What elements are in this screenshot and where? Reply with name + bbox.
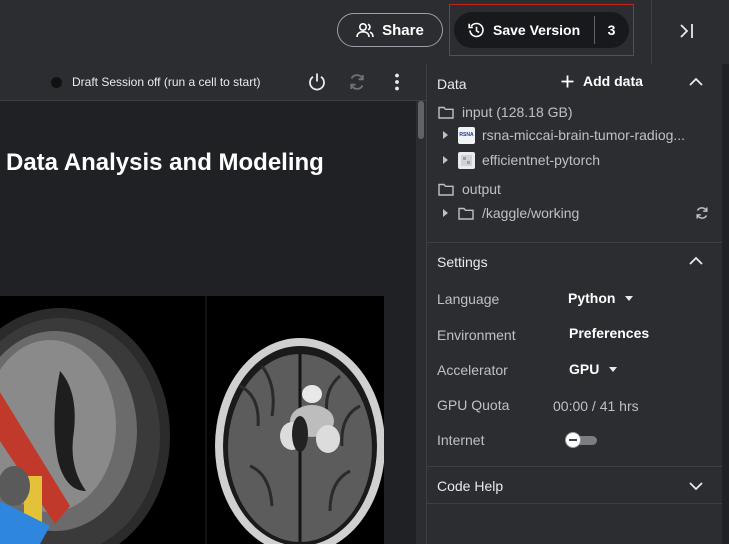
input-folder-label: input (128.18 GB)	[462, 104, 573, 120]
version-history-icon	[468, 22, 485, 39]
panel-scrollbar[interactable]	[722, 64, 729, 544]
save-version-button[interactable]: Save Version 3	[454, 12, 629, 48]
environment-value: Preferences	[569, 325, 650, 341]
folder-icon	[458, 207, 474, 220]
output-folder-label: output	[462, 181, 501, 197]
session-status-text: Draft Session off (run a cell to start)	[72, 75, 261, 89]
power-icon	[309, 73, 325, 91]
language-value: Python	[568, 290, 616, 306]
power-button[interactable]	[307, 72, 327, 97]
dataset-label-rsna: rsna-miccai-brain-tumor-radiog...	[482, 127, 686, 143]
share-button[interactable]: Share	[337, 13, 443, 47]
notebook-toolbar: Draft Session off (run a cell to start)	[0, 64, 426, 101]
more-vert-icon	[395, 73, 399, 91]
brain-mri-image	[0, 296, 384, 544]
code-help-section-heading[interactable]: Code Help	[437, 478, 503, 494]
collapse-panel-button[interactable]	[676, 20, 698, 42]
internet-toggle[interactable]	[565, 432, 599, 448]
folder-icon	[438, 183, 454, 196]
dataset-item-efficientnet[interactable]: efficientnet-pytorch	[443, 150, 600, 170]
output-item-working[interactable]: /kaggle/working	[443, 203, 579, 223]
toggle-knob	[565, 432, 581, 448]
refresh-icon[interactable]	[695, 206, 709, 220]
dropdown-caret-icon	[625, 295, 634, 301]
notebook-title: Data Analysis and Modeling	[6, 149, 324, 176]
save-version-label: Save Version	[493, 22, 581, 38]
input-folder[interactable]: input (128.18 GB)	[438, 102, 573, 122]
top-bar: Share Save Version 3	[0, 0, 729, 64]
output-item-label: /kaggle/working	[482, 205, 580, 221]
notebook-scrollbar[interactable]	[416, 101, 426, 544]
folder-icon	[438, 106, 454, 119]
section-divider	[427, 466, 723, 467]
save-version-count[interactable]: 3	[594, 22, 629, 38]
section-divider	[427, 503, 723, 504]
section-divider	[427, 242, 723, 243]
side-panel: Data Add data input (128.18 GB) RSNA rsn…	[426, 64, 723, 544]
environment-label: Environment	[437, 327, 516, 343]
accelerator-dropdown[interactable]: GPU	[569, 361, 618, 377]
internet-label: Internet	[437, 432, 485, 448]
save-version-highlight: Save Version 3	[449, 4, 634, 56]
top-bar-divider	[651, 0, 652, 64]
dataset-label-efficientnet: efficientnet-pytorch	[482, 152, 601, 168]
environment-preferences-link[interactable]: Preferences	[569, 325, 649, 341]
language-label: Language	[437, 291, 500, 307]
dataset-thumbnail-text: RSNA	[459, 132, 474, 138]
notebook-body: Data Analysis and Modeling	[0, 101, 426, 544]
restart-icon	[350, 74, 364, 90]
data-section-heading[interactable]: Data	[437, 76, 467, 92]
people-icon	[356, 22, 374, 38]
accelerator-label: Accelerator	[437, 362, 508, 378]
dataset-thumbnail: RSNA	[458, 126, 475, 144]
dataset-item-rsna[interactable]: RSNA rsna-miccai-brain-tumor-radiog...	[443, 125, 685, 145]
expand-caret-icon[interactable]	[443, 209, 448, 217]
gpu-quota-label: GPU Quota	[437, 397, 510, 413]
share-label: Share	[382, 21, 424, 39]
gpu-quota-value: 00:00 / 41 hrs	[553, 398, 639, 414]
chevron-down-icon[interactable]	[689, 481, 703, 491]
restart-button[interactable]	[347, 72, 367, 97]
output-folder[interactable]: output	[438, 179, 501, 199]
settings-section-heading[interactable]: Settings	[437, 254, 488, 270]
session-status-dot	[51, 77, 62, 88]
expand-caret-icon[interactable]	[443, 156, 448, 164]
notebook-scrollbar-thumb[interactable]	[418, 101, 424, 139]
add-data-button[interactable]: Add data	[561, 73, 643, 89]
language-dropdown[interactable]: Python	[568, 290, 634, 306]
dataset-image-icon	[461, 154, 472, 166]
chevron-up-icon[interactable]	[689, 77, 703, 87]
collapse-panel-icon	[680, 24, 693, 38]
accelerator-value: GPU	[569, 361, 600, 377]
expand-caret-icon[interactable]	[443, 131, 448, 139]
plus-icon	[561, 75, 574, 87]
add-data-label: Add data	[583, 73, 643, 89]
more-options-button[interactable]	[387, 72, 407, 97]
dropdown-caret-icon	[609, 366, 618, 372]
dataset-thumbnail	[458, 151, 475, 169]
chevron-up-icon[interactable]	[689, 256, 703, 266]
